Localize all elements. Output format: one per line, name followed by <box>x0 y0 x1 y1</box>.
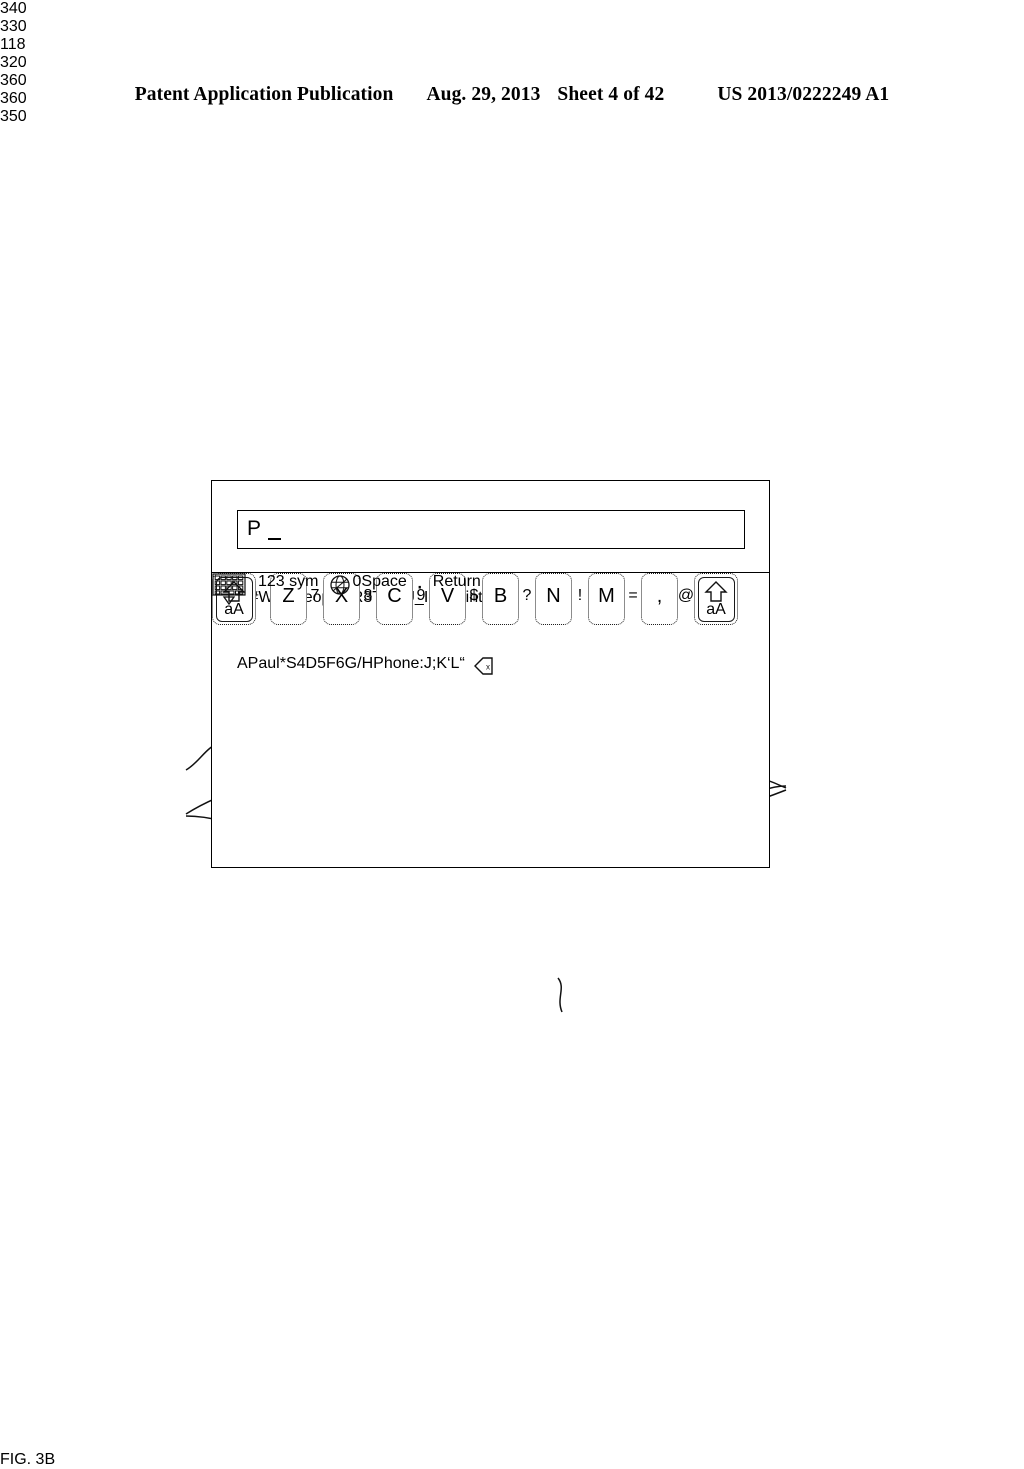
key-label: A <box>237 655 248 672</box>
space-key-label: Space <box>361 573 407 590</box>
key-label: G <box>344 655 358 672</box>
device-frame: P Q#W1EPeople2R3T(Y)U_I-OPoint+P APaul*S… <box>211 480 770 868</box>
key-suggestion-label: Paul <box>247 655 280 672</box>
ref-numeral-360-left: 360 <box>0 72 27 89</box>
text-cursor-icon <box>268 538 281 540</box>
virtual-keyboard: Q#W1EPeople2R3T(Y)U_I-OPoint+P APaul*S4D… <box>212 573 769 867</box>
ref-numeral-340: 340 <box>0 0 27 17</box>
period-key[interactable]: · <box>416 573 424 601</box>
key-label: F <box>325 655 336 672</box>
figure-label: FIG. 3B <box>0 1451 56 1468</box>
key-H[interactable]: HPhone <box>362 655 420 673</box>
text-entry-area: P <box>212 481 769 573</box>
key-G[interactable]: G <box>345 655 357 673</box>
separator-key-4[interactable]: 4 <box>297 655 306 673</box>
numeric-symbols-key[interactable]: 123 sym <box>258 573 318 591</box>
backspace-key[interactable]: x <box>465 655 509 682</box>
key-L[interactable]: L <box>451 655 460 673</box>
key-D[interactable]: D <box>306 655 318 673</box>
figure-3b: 340 330 118 320 360 360 350 P Q#W1EPeopl… <box>0 0 1024 1468</box>
key-label: L <box>450 655 460 672</box>
key-F[interactable]: F <box>326 655 336 673</box>
key-label: D <box>305 655 318 672</box>
language-globe-key[interactable] <box>328 573 352 602</box>
separator-zero[interactable]: 0 <box>352 573 361 591</box>
key-A[interactable]: APaul <box>237 655 280 673</box>
key-S[interactable]: S <box>286 655 297 673</box>
return-key-label: Return <box>432 573 481 590</box>
hide-keyboard-icon[interactable] <box>212 573 246 610</box>
text-input-field[interactable]: P <box>237 510 745 549</box>
text-input-value: P <box>247 517 262 540</box>
numeric-key-line2: sym <box>289 573 319 590</box>
ref-numeral-320: 320 <box>0 54 27 71</box>
separator-key-5[interactable]: 5 <box>317 655 326 673</box>
keyboard-row-4: 123 sym 0 Space · Return <box>212 573 769 629</box>
return-key[interactable]: Return <box>433 573 481 591</box>
svg-text:x: x <box>486 663 490 672</box>
globe-icon <box>330 575 351 595</box>
ref-numeral-350: 350 <box>0 108 27 125</box>
ref-numeral-330: 330 <box>0 18 27 35</box>
key-label: S <box>285 655 297 672</box>
keyboard-row-2: APaul * S 4 D 5 F 6 G / HPhone: J; K ‘L “x <box>212 655 794 711</box>
key-label: K <box>436 655 447 672</box>
separator-key-6[interactable]: 6 <box>336 655 345 673</box>
period-key-label: · <box>415 573 424 600</box>
ref-numeral-118: 118 <box>0 36 26 53</box>
key-label: J <box>423 655 432 672</box>
ref-numeral-360-right: 360 <box>0 90 27 107</box>
key-J[interactable]: J <box>424 655 432 673</box>
key-label: H <box>361 655 374 672</box>
key-K[interactable]: K <box>436 655 447 673</box>
backspace-icon: x <box>473 657 493 675</box>
key-suggestion-label: Phone <box>373 655 420 672</box>
space-key[interactable]: Space <box>361 573 406 591</box>
numeric-key-line1: 123 <box>258 573 285 590</box>
